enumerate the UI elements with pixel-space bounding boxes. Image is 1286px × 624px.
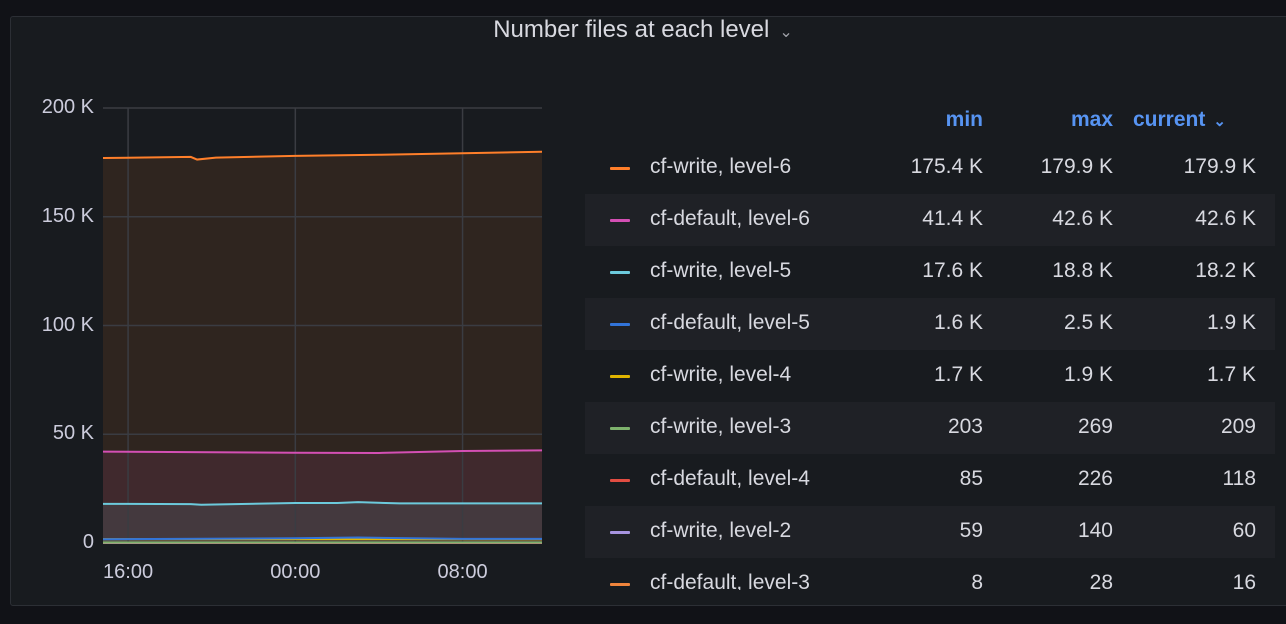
series-max: 28 (1089, 571, 1113, 590)
legend-header-current-label: current (1133, 108, 1206, 131)
series-current: 209 (1220, 415, 1256, 438)
series-color-swatch[interactable] (610, 375, 630, 378)
legend-row[interactable]: cf-default, level-4 85 226 118 (585, 454, 1275, 506)
y-tick-label: 100 K (41, 313, 94, 336)
series-color-swatch[interactable] (610, 531, 630, 534)
legend-row[interactable]: cf-write, level-6 175.4 K 179.9 K 179.9 … (585, 142, 1275, 194)
series-min: 1.7 K (933, 363, 983, 386)
legend-header-max[interactable]: max (998, 108, 1113, 132)
x-tick-label: 08:00 (437, 561, 488, 583)
series-color-swatch[interactable] (610, 323, 630, 326)
series-current: 42.6 K (1195, 207, 1256, 230)
legend-row[interactable]: cf-write, level-4 1.7 K 1.9 K 1.7 K (585, 350, 1275, 402)
series-current: 179.9 K (1183, 155, 1256, 178)
series-color-swatch[interactable] (610, 479, 630, 482)
series-name[interactable]: cf-write, level-3 (650, 415, 791, 439)
series-min: 8 (971, 571, 983, 590)
series-min: 1.6 K (933, 311, 983, 334)
series-name[interactable]: cf-default, level-3 (650, 571, 810, 590)
legend-header-min[interactable]: min (868, 108, 983, 132)
series-color-swatch[interactable] (610, 167, 630, 170)
y-tick-label: 200 K (41, 96, 94, 118)
series-min: 203 (947, 415, 983, 438)
legend-row[interactable]: cf-write, level-3 203 269 209 (585, 402, 1275, 454)
series-name[interactable]: cf-default, level-6 (650, 207, 810, 231)
legend-table: min max current ⌄ cf-write, level-6 175.4… (585, 100, 1275, 590)
y-tick-label: 50 K (52, 422, 94, 445)
chevron-down-icon: ⌄ (1213, 113, 1226, 130)
y-tick-label: 0 (82, 531, 94, 553)
series-name[interactable]: cf-write, level-4 (650, 363, 791, 387)
series-current: 16 (1232, 571, 1256, 590)
series-max: 140 (1077, 519, 1113, 542)
series-current: 1.7 K (1206, 363, 1256, 386)
series-current: 18.2 K (1195, 259, 1256, 282)
legend-row[interactable]: cf-write, level-2 59 140 60 (585, 506, 1275, 558)
series-color-swatch[interactable] (610, 427, 630, 430)
series-name[interactable]: cf-default, level-5 (650, 311, 810, 335)
legend-row[interactable]: cf-write, level-5 17.6 K 18.8 K 18.2 K (585, 246, 1275, 298)
series-min: 59 (959, 519, 983, 542)
x-tick-label: 16:00 (103, 561, 154, 583)
series-min: 17.6 K (922, 259, 983, 282)
series-min: 175.4 K (910, 155, 983, 178)
legend-row[interactable]: cf-default, level-5 1.6 K 2.5 K 1.9 K (585, 298, 1275, 350)
series-max: 2.5 K (1063, 311, 1113, 334)
series-color-swatch[interactable] (610, 271, 630, 274)
series-max: 18.8 K (1052, 259, 1113, 282)
series-name[interactable]: cf-default, level-4 (650, 467, 810, 491)
legend-row[interactable]: cf-default, level-6 41.4 K 42.6 K 42.6 K (585, 194, 1275, 246)
series-fill-2 (103, 502, 542, 543)
series-max: 42.6 K (1052, 207, 1113, 230)
series-max: 226 (1077, 467, 1113, 490)
series-current: 1.9 K (1206, 311, 1256, 334)
legend-header-current[interactable]: current ⌄ (1133, 108, 1226, 132)
series-current: 60 (1232, 519, 1256, 542)
series-current: 118 (1222, 467, 1256, 490)
x-tick-label: 00:00 (270, 561, 321, 583)
series-color-swatch[interactable] (610, 583, 630, 586)
series-max: 1.9 K (1063, 363, 1113, 386)
series-max: 179.9 K (1040, 155, 1113, 178)
series-name[interactable]: cf-write, level-2 (650, 519, 791, 543)
series-name[interactable]: cf-write, level-5 (650, 259, 791, 283)
series-color-swatch[interactable] (610, 219, 630, 222)
legend-row[interactable]: cf-default, level-3 8 28 16 (585, 558, 1275, 590)
series-name[interactable]: cf-write, level-6 (650, 155, 791, 179)
series-min: 85 (959, 467, 983, 490)
y-tick-label: 150 K (41, 204, 94, 227)
series-min: 41.4 K (922, 207, 983, 230)
series-max: 269 (1077, 415, 1113, 438)
